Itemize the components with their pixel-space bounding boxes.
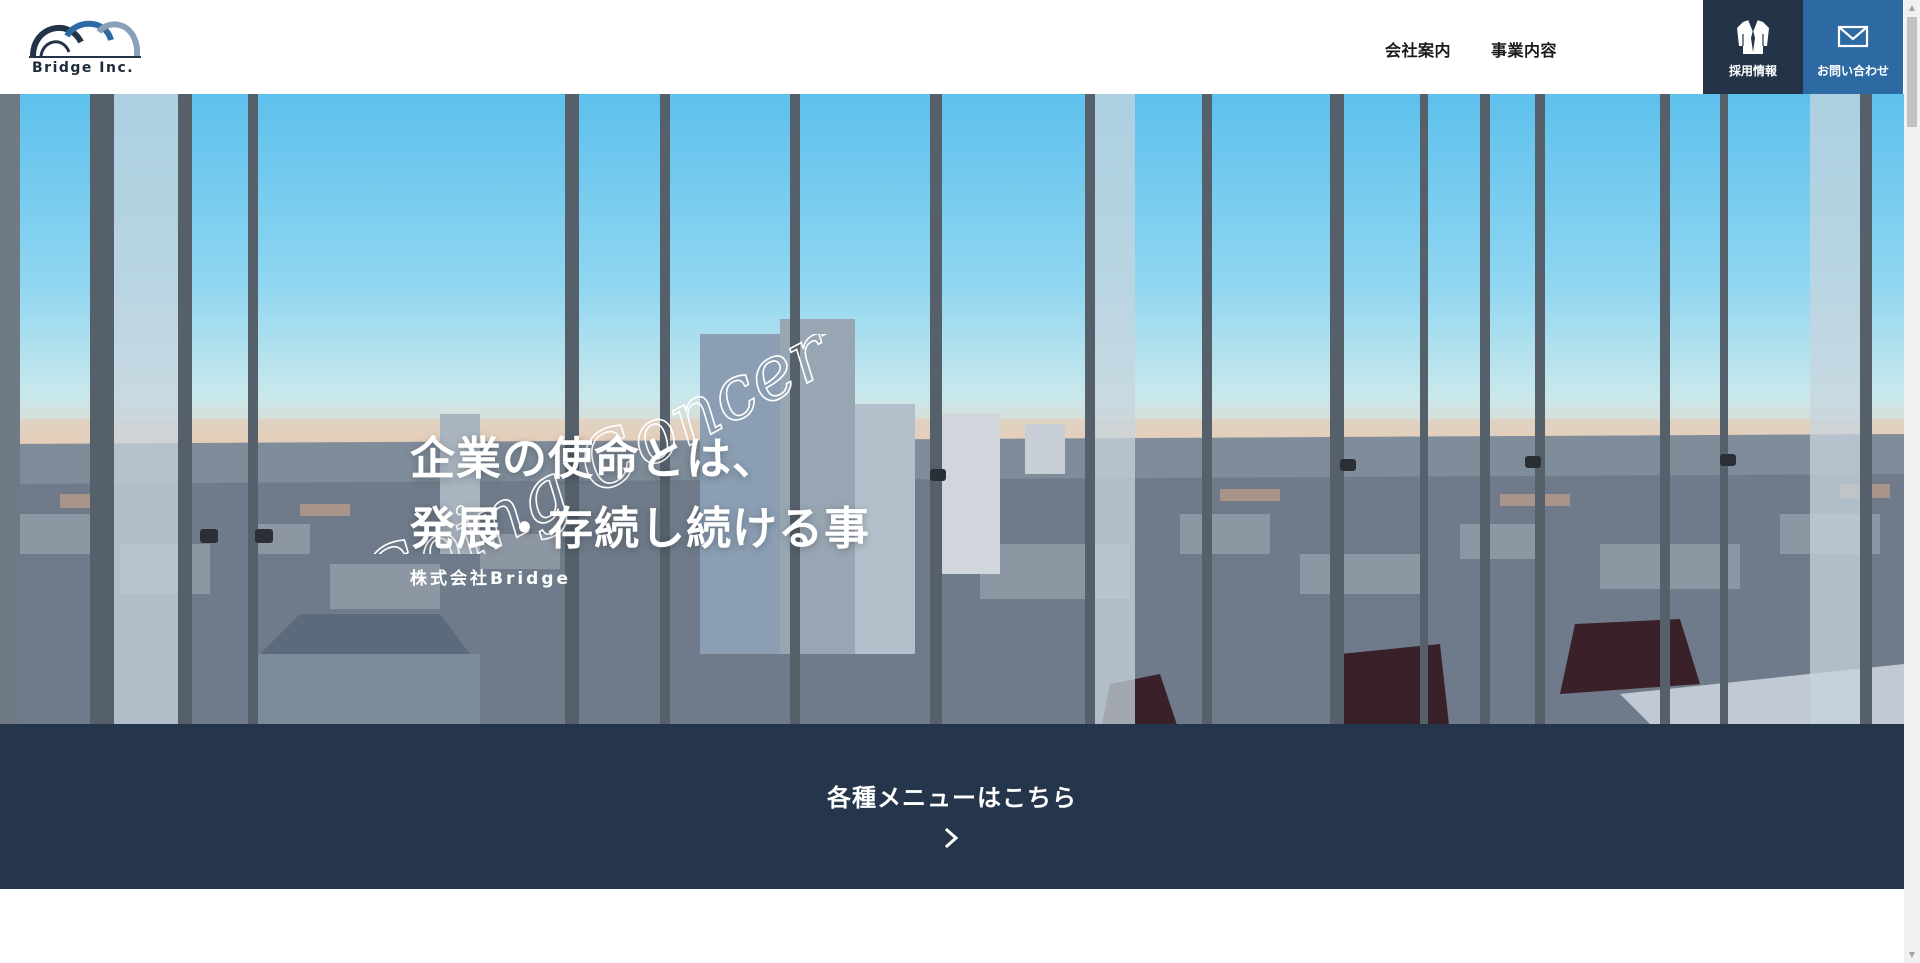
office-window-city-image (0, 94, 1904, 724)
suit-icon (1737, 19, 1769, 54)
hero-copy: 企業の使命とは、 発展・存続し続ける事 株式会社Bridge (410, 424, 870, 589)
chevron-right-icon (944, 827, 959, 849)
menu-band-label: 各種メニューはこちら (827, 784, 1077, 812)
main-nav: 会社案内 事業内容 (1385, 37, 1557, 61)
hero-headline-line-2: 発展・存続し続ける事 (410, 502, 871, 555)
scroll-down-arrow-icon[interactable]: ▼ (1904, 947, 1920, 963)
recruit-label: 採用情報 (1728, 64, 1777, 78)
hero-section: Going Concern 企業の使命とは、 発展・存続し続ける事 株式会社Br… (0, 94, 1904, 724)
scroll-thumb[interactable] (1907, 17, 1917, 127)
hero-company-name: 株式会社Bridge (410, 569, 572, 589)
hero-headline-line-1: 企業の使命とは、 (410, 432, 779, 485)
page: Bridge Inc. 会社案内 事業内容 採用情報 お問い合わせ Going … (0, 0, 1920, 963)
scroll-up-arrow-icon[interactable]: ▲ (1904, 0, 1920, 16)
nav-item-business[interactable]: 事業内容 (1491, 37, 1557, 61)
logo-text: Bridge Inc. (32, 60, 135, 76)
logo-link[interactable]: Bridge Inc. (29, 14, 141, 80)
contact-button[interactable]: お問い合わせ (1803, 0, 1903, 94)
site-header: Bridge Inc. 会社案内 事業内容 採用情報 お問い合わせ (0, 0, 1904, 94)
bridge-arches-logo-icon (29, 20, 141, 58)
nav-item-company[interactable]: 会社案内 (1385, 37, 1451, 61)
contact-label: お問い合わせ (1816, 64, 1889, 78)
recruit-button[interactable]: 採用情報 (1703, 0, 1803, 94)
mail-icon (1837, 25, 1869, 48)
page-scrollbar[interactable]: ▲ ▼ (1904, 0, 1920, 963)
menu-band[interactable]: 各種メニューはこちら (0, 724, 1904, 889)
